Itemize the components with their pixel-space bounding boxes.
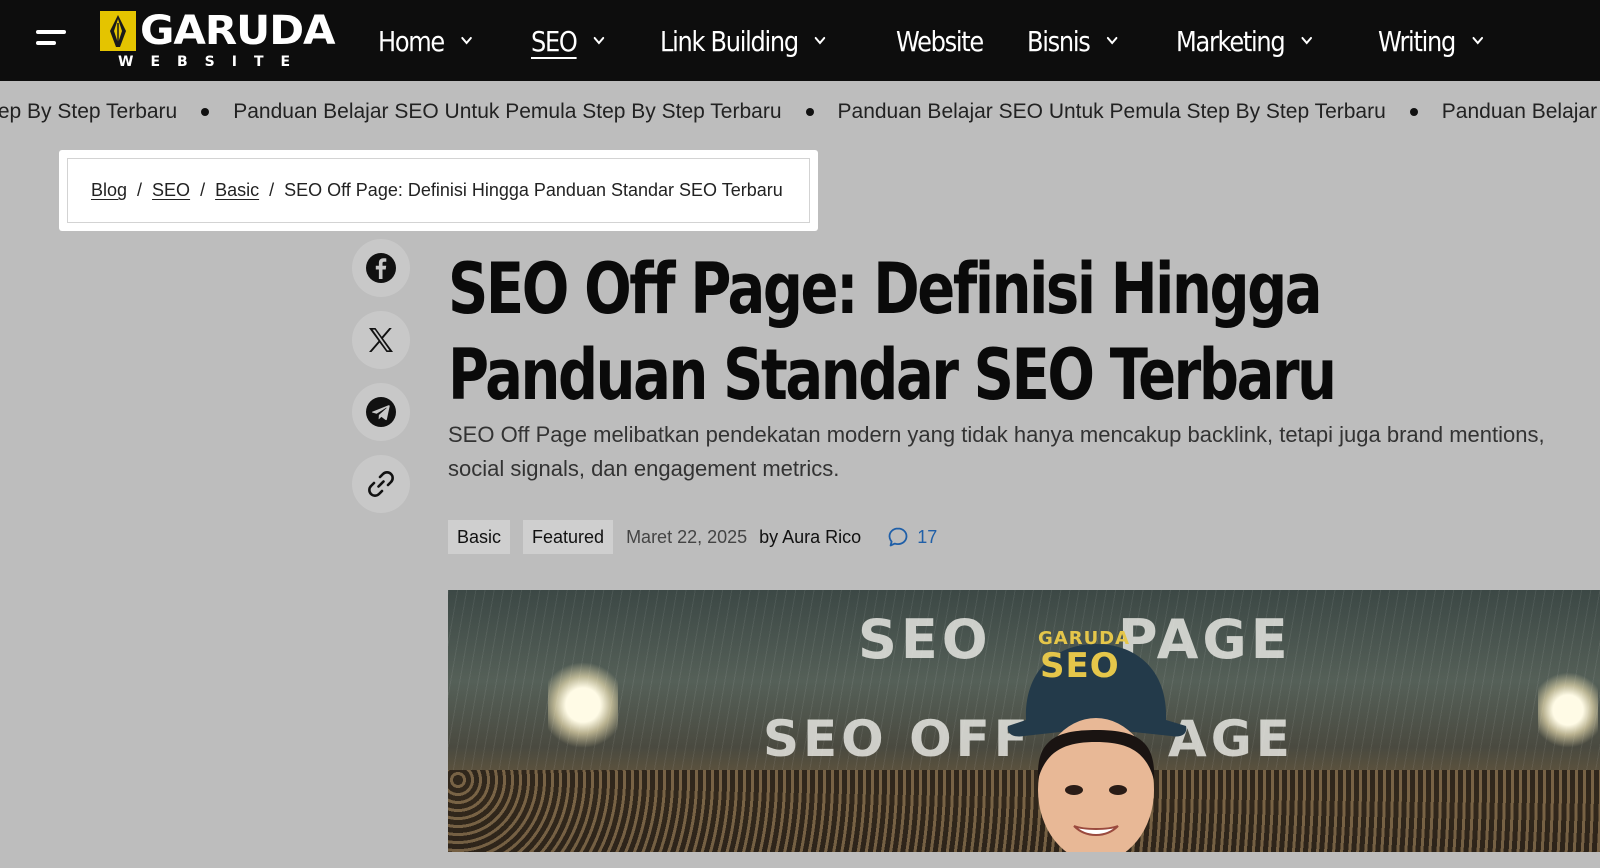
menu-icon[interactable]: [36, 28, 66, 50]
ticker-headline[interactable]: Panduan Belajar SEO Untuk Pemula Step By…: [838, 100, 1386, 124]
breadcrumb-separator: /: [137, 180, 143, 200]
x-icon: [369, 328, 393, 352]
breadcrumb-current: SEO Off Page: Definisi Hingga Panduan St…: [284, 180, 783, 200]
chevron-down-icon: [1301, 36, 1312, 45]
nav-label: Marketing: [1175, 24, 1286, 58]
site-logo[interactable]: GARUDA WEBSITE: [100, 8, 336, 73]
main-nav: Home SEO Link Building Website Bisnis Marketi…: [378, 18, 1501, 64]
share-telegram-button[interactable]: [352, 383, 410, 441]
top-navbar: GARUDA WEBSITE Home SEO Link Building Websi…: [0, 0, 1600, 81]
article-meta: Basic Featured Maret 22, 2025 by Aura Ri…: [448, 519, 937, 555]
nav-label: Bisnis: [1027, 24, 1091, 58]
ticker-headline[interactable]: tep By Step Terbaru: [0, 100, 177, 124]
ticker-bullet: [201, 108, 210, 116]
logo-mark-icon: [100, 11, 136, 51]
hero-text-line1-left: SEO: [858, 608, 992, 671]
chevron-down-icon: [593, 36, 604, 45]
nav-label: SEO: [530, 24, 578, 58]
news-ticker: tep By Step Terbaru Panduan Belajar SEO U…: [0, 81, 1600, 141]
article-title: SEO Off Page: Definisi Hingga Panduan St…: [448, 248, 1337, 416]
comment-icon: [888, 527, 908, 547]
nav-item-home[interactable]: Home: [378, 25, 473, 58]
ticker-headline[interactable]: Panduan Belajar SEO Untuk Pemula Step By…: [233, 100, 781, 124]
telegram-icon: [366, 397, 396, 427]
facebook-icon: [366, 253, 396, 283]
breadcrumb-separator: /: [269, 180, 275, 200]
link-icon: [368, 471, 394, 497]
nav-item-bisnis[interactable]: Bisnis: [1027, 25, 1119, 58]
breadcrumb: Blog / SEO / Basic / SEO Off Page: Defin…: [67, 158, 810, 223]
logo-wordmark: GARUDA: [140, 8, 336, 54]
nav-label: Link Building: [659, 24, 799, 58]
nav-label: Home: [378, 24, 445, 58]
featured-image: SEO PAGE SEO OFF AGE GARUDA SEO: [448, 590, 1600, 852]
comments-link[interactable]: 17: [887, 526, 937, 548]
nav-label: Website: [896, 24, 984, 58]
logo-tagline: WEBSITE: [118, 54, 308, 70]
nav-item-writing[interactable]: Writing: [1378, 25, 1484, 58]
ticker-bullet: [1409, 108, 1418, 116]
breadcrumb-link-blog[interactable]: Blog: [91, 180, 127, 201]
breadcrumb-link-basic[interactable]: Basic: [215, 180, 259, 201]
nav-label: Writing: [1377, 24, 1456, 58]
nav-item-website[interactable]: Website: [896, 24, 984, 58]
tag-featured[interactable]: Featured: [523, 520, 614, 554]
comment-count: 17: [917, 526, 938, 547]
nav-item-seo[interactable]: SEO: [531, 25, 606, 58]
ticker-bullet: [805, 108, 814, 116]
share-x-button[interactable]: [352, 311, 410, 369]
ticker-headline[interactable]: Panduan Belajar SE: [1442, 100, 1600, 124]
hero-text-line2-left: SEO OFF: [763, 710, 1032, 768]
chevron-down-icon: [461, 36, 472, 45]
article-lede: SEO Off Page melibatkan pendekatan moder…: [448, 422, 1545, 481]
chevron-down-icon: [814, 36, 826, 45]
ticker-track: tep By Step Terbaru Panduan Belajar SEO U…: [0, 100, 1600, 124]
nav-item-marketing[interactable]: Marketing: [1176, 25, 1314, 58]
breadcrumb-link-seo[interactable]: SEO: [152, 180, 190, 201]
breadcrumb-card: Blog / SEO / Basic / SEO Off Page: Defin…: [59, 150, 818, 231]
cap-text-main: SEO: [1040, 646, 1120, 686]
breadcrumb-separator: /: [200, 180, 206, 200]
share-facebook-button[interactable]: [352, 239, 410, 297]
publish-date: Maret 22, 2025: [626, 526, 748, 547]
copy-link-button[interactable]: [352, 455, 410, 513]
tag-basic[interactable]: Basic: [448, 520, 511, 554]
author-byline[interactable]: by Aura Rico: [759, 527, 861, 548]
chevron-down-icon: [1472, 36, 1483, 45]
nav-item-link-building[interactable]: Link Building: [660, 25, 827, 58]
chevron-down-icon: [1106, 36, 1118, 45]
